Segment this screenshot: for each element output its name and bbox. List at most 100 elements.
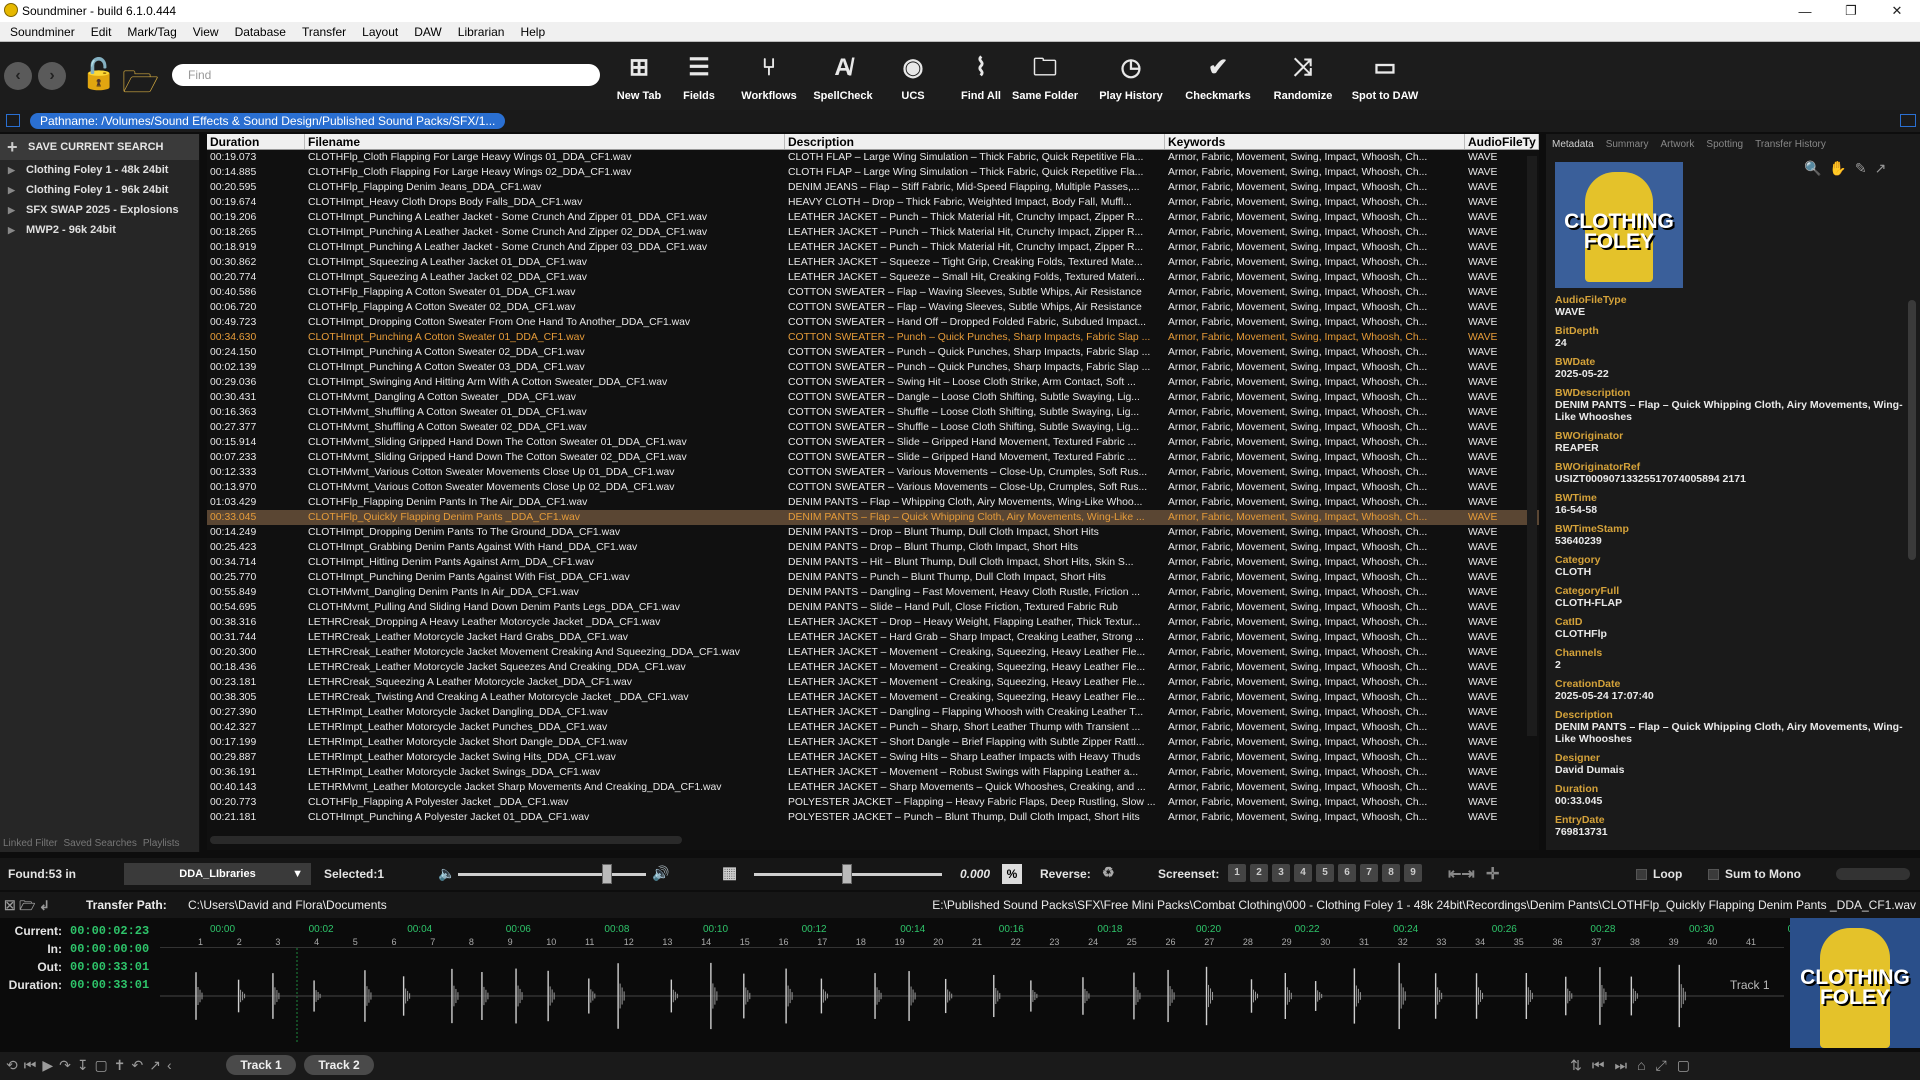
menu-item-daw[interactable]: DAW	[414, 25, 442, 39]
toolbar-randomize-button[interactable]: ⤨ Randomize	[1268, 52, 1338, 108]
metadata-value[interactable]: CLOTH-FLAP	[1555, 597, 1905, 609]
table-row[interactable]: 00:30.431 CLOTHMvmt_Dangling A Cotton Swe…	[207, 390, 1539, 405]
table-horizontal-scrollbar[interactable]	[210, 836, 682, 844]
menu-item-soundminer[interactable]: Soundminer	[10, 25, 75, 39]
toolbar-ucs-button[interactable]: ◉ UCS	[878, 52, 948, 108]
minimize-icon[interactable]: —	[1782, 0, 1828, 22]
reverse-icon[interactable]: ♻	[1102, 864, 1115, 881]
table-row[interactable]: 00:18.919 CLOTHImpt_Punching A Leather Ja…	[207, 240, 1539, 255]
table-row[interactable]: 00:20.774 CLOTHImpt_Squeezing A Leather J…	[207, 270, 1539, 285]
metadata-value[interactable]: REAPER	[1555, 442, 1905, 454]
restore-icon[interactable]: ❐	[1828, 0, 1874, 22]
metadata-tab[interactable]: Metadata	[1552, 139, 1594, 150]
toolbar-fields-button[interactable]: ☰ Fields	[664, 52, 734, 108]
table-row[interactable]: 00:54.695 CLOTHMvmt_Pulling And Sliding H…	[207, 600, 1539, 615]
metadata-tab[interactable]: Spotting	[1706, 139, 1743, 150]
table-vertical-scrollbar[interactable]	[1527, 156, 1537, 736]
table-row[interactable]: 00:31.744 LETHRCreak_Leather Motorcycle J…	[207, 630, 1539, 645]
screenset-button[interactable]: 7	[1360, 864, 1378, 882]
sum-to-mono-toggle[interactable]: Sum to Mono	[1708, 867, 1801, 881]
metadata-value[interactable]: 2	[1555, 659, 1905, 671]
table-row[interactable]: 00:19.674 CLOTHImpt_Heavy Cloth Drops Bod…	[207, 195, 1539, 210]
screenset-button[interactable]: 9	[1404, 864, 1422, 882]
metadata-tool-icons[interactable]: 🔍✋✎↗	[1804, 160, 1894, 177]
table-row[interactable]: 00:20.773 CLOTHFlp_Flapping A Polyester J…	[207, 795, 1539, 810]
toolbar-monitor-button[interactable]: ▭ Spot to DAW	[1350, 52, 1420, 108]
screenset-button[interactable]: 1	[1228, 864, 1246, 882]
forward-icon[interactable]: ›	[38, 62, 66, 90]
table-row[interactable]: 00:24.150 CLOTHImpt_Punching A Cotton Swe…	[207, 345, 1539, 360]
panel-toggle-icon[interactable]	[6, 114, 20, 127]
waveform-graphic[interactable]	[160, 948, 1784, 1043]
table-row[interactable]: 00:18.265 CLOTHImpt_Punching A Leather Ja…	[207, 225, 1539, 240]
sidebar-item-library[interactable]: ▶ MWP2 - 96k 24bit	[0, 220, 199, 240]
search-input[interactable]: Find	[172, 64, 600, 86]
save-current-search-button[interactable]: + SAVE CURRENT SEARCH	[0, 134, 199, 160]
table-row[interactable]: 00:20.595 CLOTHFlp_Flapping Denim Jeans_D…	[207, 180, 1539, 195]
table-row[interactable]: 00:14.249 CLOTHImpt_Dropping Denim Pants …	[207, 525, 1539, 540]
table-row[interactable]: 00:20.300 LETHRCreak_Leather Motorcycle J…	[207, 645, 1539, 660]
transfer-path[interactable]: C:\Users\David and Flora\Documents	[188, 898, 387, 912]
percent-icon[interactable]: %	[1002, 864, 1022, 884]
close-icon[interactable]: ✕	[1874, 0, 1920, 22]
metadata-value[interactable]: DENIM PANTS – Flap – Quick Whipping Clot…	[1555, 721, 1905, 745]
sidebar-tab[interactable]: Saved Searches	[63, 838, 136, 849]
waveform-view[interactable]: Current: 00:00:02:23 In: 00:00:00:00 Out: 0…	[0, 918, 1920, 1052]
waveform-track[interactable]	[160, 948, 1784, 1043]
toolbar-history-button[interactable]: ◷ Play History	[1096, 52, 1166, 108]
lock-icon[interactable]: 🔓	[80, 56, 117, 94]
metadata-value[interactable]: David Dumais	[1555, 764, 1905, 776]
menu-item-layout[interactable]: Layout	[362, 25, 398, 39]
toolbar-find-all-button[interactable]: ⌇ Find All	[946, 52, 1016, 108]
sidebar-item-library[interactable]: ▶ SFX SWAP 2025 - Explosions	[0, 200, 199, 220]
table-row[interactable]: 00:19.073 CLOTHFlp_Cloth Flapping For Lar…	[207, 150, 1539, 165]
menu-item-transfer[interactable]: Transfer	[302, 25, 346, 39]
table-row[interactable]: 00:40.143 LETHRMvmt_Leather Motorcycle Ja…	[207, 780, 1539, 795]
metadata-value[interactable]: 2025-05-24 17:07:40	[1555, 690, 1905, 702]
table-row[interactable]: 00:07.233 CLOTHMvmt_Sliding Gripped Hand …	[207, 450, 1539, 465]
metadata-value[interactable]: 16-54-58	[1555, 504, 1905, 516]
edit-tool-icons[interactable]: ⇅⏮⏭⌂⤢▢	[1570, 1057, 1700, 1074]
panel-toggle-right-icon[interactable]	[1900, 114, 1916, 127]
loop-checkbox[interactable]	[1636, 869, 1647, 880]
metadata-tab[interactable]: Transfer History	[1755, 139, 1826, 150]
metadata-value[interactable]: DENIM PANTS – Flap – Quick Whipping Clot…	[1555, 399, 1905, 423]
toolbar-spellcheck-button[interactable]: A̸ SpellCheck	[808, 52, 878, 108]
table-row[interactable]: 00:14.885 CLOTHFlp_Cloth Flapping For Lar…	[207, 165, 1539, 180]
metadata-value[interactable]: 2025-05-22	[1555, 368, 1905, 380]
time-ruler[interactable]: 00:00 00:02 00:04 00:06 00:08 00:10 00:12 00:14…	[160, 924, 1802, 948]
table-row[interactable]: 00:34.714 CLOTHImpt_Hitting Denim Pants A…	[207, 555, 1539, 570]
sidebar-item-library[interactable]: ▶ Clothing Foley 1 - 48k 24bit	[0, 160, 199, 180]
screenset-button[interactable]: 8	[1382, 864, 1400, 882]
menu-item-librarian[interactable]: Librarian	[458, 25, 505, 39]
column-header-keywords[interactable]: Keywords	[1165, 134, 1465, 149]
library-dropdown[interactable]: DDA_LIbraries ▼	[124, 863, 311, 885]
sidebar-item-library[interactable]: ▶ Clothing Foley 1 - 96k 24bit	[0, 180, 199, 200]
metadata-value[interactable]: 00:33.045	[1555, 795, 1905, 807]
sidebar-tab[interactable]: Playlists	[143, 838, 180, 849]
loop-toggle[interactable]: Loop	[1636, 867, 1682, 881]
menu-item-edit[interactable]: Edit	[91, 25, 112, 39]
table-row[interactable]: 00:34.630 CLOTHImpt_Punching A Cotton Swe…	[207, 330, 1539, 345]
column-header-description[interactable]: Description	[785, 134, 1165, 149]
metadata-scrollbar[interactable]	[1908, 300, 1916, 560]
column-header-audiofilety[interactable]: AudioFileTy	[1465, 134, 1539, 149]
toolbar-checkmark-button[interactable]: ✔ Checkmarks	[1183, 52, 1253, 108]
transfer-icons[interactable]: ☒ 🗁 ↲	[4, 897, 50, 919]
table-row[interactable]: 00:38.316 LETHRCreak_Dropping A Heavy Lea…	[207, 615, 1539, 630]
table-row[interactable]: 00:23.181 LETHRCreak_Squeezing A Leather …	[207, 675, 1539, 690]
table-row[interactable]: 00:18.436 LETHRCreak_Leather Motorcycle J…	[207, 660, 1539, 675]
track-2-button[interactable]: Track 2	[304, 1055, 374, 1075]
volume-slider-knob[interactable]	[602, 864, 612, 884]
table-row[interactable]: 00:21.181 CLOTHImpt_Punching A Polyester …	[207, 810, 1539, 825]
table-row[interactable]: 00:19.206 CLOTHImpt_Punching A Leather Ja…	[207, 210, 1539, 225]
table-row[interactable]: 00:06.720 CLOTHFlp_Flapping A Cotton Swea…	[207, 300, 1539, 315]
out-time[interactable]: 00:00:33:01	[70, 960, 149, 974]
metadata-value[interactable]: CLOTHFlp	[1555, 628, 1905, 640]
pitch-slider-knob[interactable]	[842, 864, 852, 884]
metadata-value[interactable]: 769813731	[1555, 826, 1905, 838]
track-1-button[interactable]: Track 1	[226, 1055, 296, 1075]
table-row[interactable]: 00:29.036 CLOTHImpt_Swinging And Hitting …	[207, 375, 1539, 390]
table-row[interactable]: 00:15.914 CLOTHMvmt_Sliding Gripped Hand …	[207, 435, 1539, 450]
toolbar-workflows-button[interactable]: ⑂ Workflows	[734, 52, 804, 108]
